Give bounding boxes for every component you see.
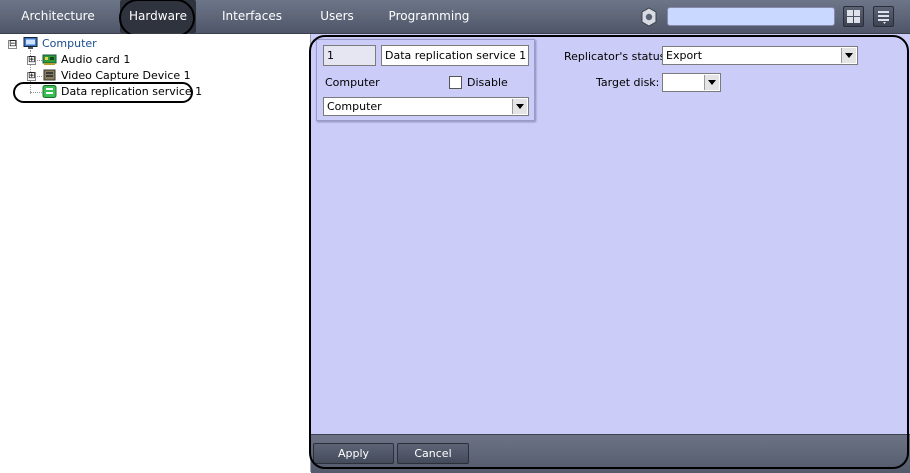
tree-node-computer[interactable]: ⊟ Computer [0, 37, 300, 51]
cancel-button[interactable]: Cancel [397, 443, 469, 464]
top-toolbar: Architecture Hardware Interfaces Users P… [0, 0, 910, 34]
tree-node-label: Computer [42, 37, 97, 50]
object-name-field[interactable]: Data replication service 1 [381, 45, 529, 66]
tab-programming[interactable]: Programming [388, 0, 470, 33]
replicator-status-select[interactable]: Export [662, 46, 858, 65]
computer-icon [23, 37, 38, 50]
tree-node-audio-card[interactable]: ⊞ Audio card 1 [0, 53, 300, 67]
tree-node-data-replication[interactable]: Data replication service 1 [0, 85, 300, 99]
search-input[interactable] [667, 7, 835, 26]
tab-architecture[interactable]: Architecture [18, 0, 98, 33]
expand-icon[interactable]: ⊞ [27, 56, 36, 65]
gear-icon[interactable] [639, 7, 659, 27]
replicator-status-value: Export [666, 49, 703, 62]
tree-node-video-capture[interactable]: ⊞ Video Capture Device 1 [0, 69, 300, 83]
collapse-icon[interactable]: ⊟ [8, 40, 17, 49]
tab-hardware[interactable]: Hardware [120, 0, 196, 33]
tree-node-label: Video Capture Device 1 [61, 69, 191, 82]
chevron-down-icon[interactable] [512, 99, 527, 114]
disable-label: Disable [467, 76, 508, 89]
apply-button[interactable]: Apply [313, 443, 394, 464]
object-id-field[interactable]: 1 [323, 45, 376, 66]
tab-interfaces[interactable]: Interfaces [214, 0, 290, 33]
disable-checkbox[interactable] [449, 76, 462, 89]
object-tree: ⊟ Computer ⊞ Audio card 1 ⊞ Video Captur… [0, 34, 311, 472]
tab-users[interactable]: Users [310, 0, 364, 33]
tree-node-label: Audio card 1 [61, 53, 131, 66]
tree-node-label: Data replication service 1 [61, 85, 203, 98]
replicator-status-label: Replicator's status: [564, 50, 670, 63]
chevron-down-icon[interactable] [841, 48, 856, 63]
parent-label: Computer [325, 76, 380, 89]
audio-card-icon [42, 53, 57, 66]
parent-select-value: Computer [327, 100, 382, 113]
target-disk-select[interactable] [662, 73, 721, 92]
capture-device-icon [42, 69, 57, 82]
expand-icon[interactable]: ⊞ [27, 72, 36, 81]
chevron-down-icon[interactable] [704, 75, 719, 90]
layout-grid-icon[interactable] [843, 6, 864, 27]
target-disk-label: Target disk: [596, 76, 660, 89]
replication-service-icon [42, 85, 57, 98]
menu-icon[interactable] [873, 6, 894, 27]
parent-select[interactable]: Computer [323, 97, 529, 116]
